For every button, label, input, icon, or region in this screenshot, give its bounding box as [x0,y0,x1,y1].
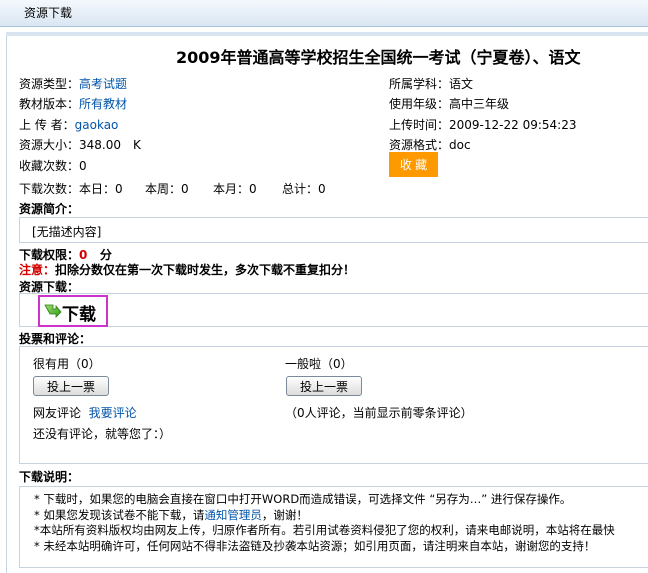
download-arrow-icon [44,304,62,318]
grade-row: 使用年级：高中三年级 [389,95,509,112]
download-count-row: 下载次数：本日：0 [19,180,123,197]
upload-time-row: 上传时间：2009-12-22 09:54:23 [389,116,576,133]
download-box [19,293,648,327]
subject-label: 所属学科： [389,77,450,91]
notes-line-2-suffix: ，谢谢！ [261,507,308,522]
vote-heading: 投票和评论： [19,332,92,346]
useful-label: 很有用（0） [33,357,101,371]
fav-count-value: 0 [79,159,87,173]
document-title: 2009年普通高等学校招生全国统一考试（宁夏卷）、语文 [176,48,581,67]
notes-line-2-text: * 如果您发现该试卷不能下载，请 [34,507,205,522]
format-label: 资源格式： [389,138,450,152]
notes-line-2: * 如果您发现该试卷不能下载，请通知管理员，谢谢！ [34,508,615,524]
comments-row: 网友评论 我要评论 [33,404,137,421]
comments-count: （0人评论，当前显示前零条评论） [285,406,473,420]
intro-heading: 资源简介： [19,202,80,216]
size-label: 资源大小： [19,138,80,152]
download-button-label: 下载 [62,305,96,325]
grade-value: 高中三年级 [449,97,510,111]
fav-count-label: 收藏次数： [19,159,80,173]
notes-line-1: * 下载时，如果您的电脑会直接在窗口中打开WORD而造成错误，可选择文件 “另存… [34,492,572,506]
window-titlebar: 资源下载 [0,0,648,27]
download-count-total: 总计：0 [282,182,326,196]
uploader-link[interactable]: gaokao [75,118,119,132]
notice-label: 注意： [19,263,56,277]
notice-text: 扣除分数仅在第一次下载时发生，多次下载不重复扣分！ [55,263,356,277]
edition-label: 教材版本： [19,97,80,111]
format-row: 资源格式：doc [389,136,471,153]
notes-heading: 下载说明： [19,470,80,484]
fav-count-row: 收藏次数：0 [19,157,87,174]
intro-text: [无描述内容] [32,225,102,239]
notice-row: 注意：扣除分数仅在第一次下载时发生，多次下载不重复扣分！ [19,261,355,278]
resource-type-label: 资源类型： [19,77,80,91]
permission-unit: 分 [99,248,112,262]
upload-time-value: 2009-12-22 09:54:23 [449,118,577,132]
uploader-row: 上 传 者：gaokao [19,116,118,133]
permission-points: 0 [79,248,88,262]
size-row: 资源大小：348.00 K [19,136,141,153]
upload-time-label: 上传时间： [389,118,450,132]
format-value: doc [449,138,471,152]
download-count-today: 本日：0 [79,182,123,196]
my-comment-link[interactable]: 我要评论 [89,406,137,420]
vote-useful-button[interactable]: 投上一票 [33,376,109,396]
favorite-button[interactable]: 收 藏 [389,152,438,177]
notify-admin-link[interactable]: 通知管理员 [204,508,262,522]
resource-type-row: 资源类型：高考试题 [19,75,127,92]
window-title: 资源下载 [24,6,73,20]
download-count-label: 下载次数： [19,182,80,196]
edition-row: 教材版本：所有教材 [19,95,127,112]
edition-link[interactable]: 所有教材 [79,97,127,111]
uploader-label: 上 传 者： [19,118,75,132]
subject-row: 所属学科：语文 [389,75,473,92]
comments-label: 网友评论 [33,406,82,420]
subject-value: 语文 [449,77,474,91]
permission-label: 下载权限： [19,248,80,262]
grade-label: 使用年级： [389,97,450,111]
notes-line-3: *本站所有资料版权均由网友上传，归原作者所有。若引用试卷资料侵犯了您的权利，请来… [34,523,615,537]
comments-empty-text: 还没有评论，就等您了：） [33,427,172,441]
average-label: 一般啦（0） [285,357,353,371]
download-count-week: 本周：0 [145,182,189,196]
notes-line-4: * 未经本站明确许可，任何网站不得非法盗链及抄袭本站资源；如引用页面，请注明来自… [34,538,596,553]
vote-average-button[interactable]: 投上一票 [286,376,362,396]
frame-top-bar [6,32,648,36]
download-count-month: 本月：0 [213,182,257,196]
size-value: 348.00 K [79,138,141,152]
intro-box: [无描述内容] [19,217,648,243]
resource-type-link[interactable]: 高考试题 [79,77,127,91]
notes-list: * 下载时，如果您的电脑会直接在窗口中打开WORD而造成错误，可选择文件 “另存… [34,492,615,554]
download-button[interactable]: 下载 [38,295,108,327]
